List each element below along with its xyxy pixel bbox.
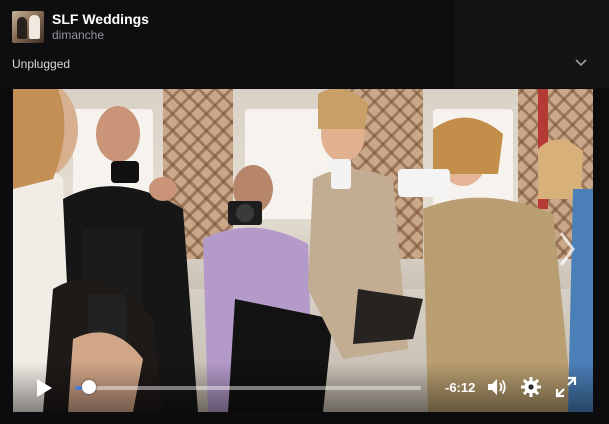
video-player[interactable]: -6:12 bbox=[13, 89, 593, 412]
gear-icon[interactable] bbox=[520, 376, 542, 398]
post-meta: SLF Weddings dimanche bbox=[52, 11, 149, 43]
fullscreen-icon[interactable] bbox=[555, 376, 577, 398]
chevron-down-icon[interactable] bbox=[575, 58, 587, 68]
page-avatar[interactable] bbox=[12, 11, 44, 43]
post-caption: Unplugged bbox=[12, 57, 71, 71]
video-controls: -6:12 bbox=[13, 362, 593, 412]
side-panel bbox=[455, 0, 609, 88]
post-timestamp[interactable]: dimanche bbox=[52, 28, 149, 43]
post-header: SLF Weddings dimanche bbox=[12, 10, 149, 44]
chevron-right-icon[interactable] bbox=[556, 229, 578, 269]
progress-bar[interactable] bbox=[75, 386, 421, 390]
progress-handle[interactable] bbox=[81, 380, 96, 394]
volume-icon[interactable] bbox=[486, 376, 508, 398]
play-icon[interactable] bbox=[35, 378, 53, 398]
avatar-figure bbox=[29, 15, 40, 39]
avatar-figure bbox=[17, 17, 27, 39]
time-remaining: -6:12 bbox=[445, 380, 476, 395]
progress-fill bbox=[75, 386, 82, 390]
page-name-link[interactable]: SLF Weddings bbox=[52, 11, 149, 28]
